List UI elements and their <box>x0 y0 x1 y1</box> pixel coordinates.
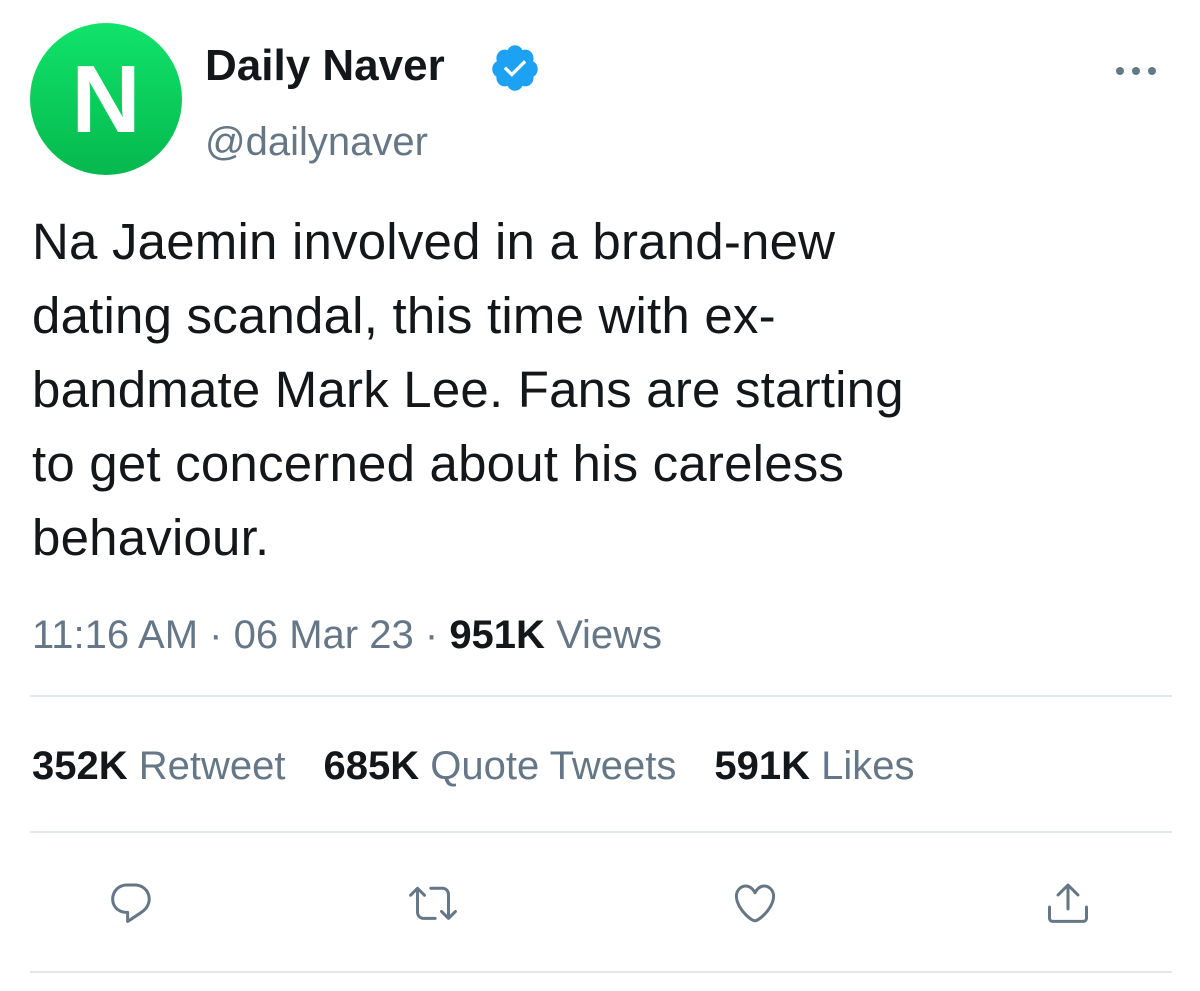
retweets-label: Retweet <box>138 744 286 788</box>
views-label[interactable]: Views <box>556 613 662 657</box>
quotes-count: 685K <box>323 744 420 788</box>
display-name[interactable]: Daily Naver <box>205 40 445 92</box>
meta-separator: · <box>424 613 439 657</box>
avatar[interactable]: N <box>30 23 182 175</box>
retweets-count: 352K <box>32 744 128 788</box>
quotes-stat[interactable]: 685K Quote Tweets <box>324 744 677 788</box>
views-count[interactable]: 951K <box>449 613 545 657</box>
handle[interactable]: @dailynaver <box>205 118 428 166</box>
tweet-date[interactable]: 06 Mar 23 <box>234 613 414 657</box>
heart-icon <box>734 884 776 923</box>
tweet-line: dating scandal, this time with ex- <box>32 287 776 344</box>
retweet-button[interactable] <box>408 878 458 928</box>
tweet-line: behaviour. <box>32 509 270 566</box>
retweets-stat[interactable]: 352K Retweet <box>32 744 286 788</box>
avatar-letter: N <box>71 46 141 153</box>
reply-icon <box>111 883 151 923</box>
retweet-icon <box>409 886 457 920</box>
more-options-button[interactable] <box>1110 56 1162 86</box>
divider <box>30 971 1172 973</box>
divider <box>30 695 1172 697</box>
reply-button[interactable] <box>106 878 156 928</box>
tweet-meta: 11:16 AM · 06 Mar 23 · 951K Views <box>32 609 662 661</box>
more-options-icon <box>1116 67 1156 75</box>
share-button[interactable] <box>1043 878 1093 928</box>
likes-stat[interactable]: 591K Likes <box>714 744 914 788</box>
tweet-text: Na Jaemin involved in a brand-new dating… <box>32 205 1172 575</box>
likes-label: Likes <box>821 744 915 788</box>
tweet-line: Na Jaemin involved in a brand-new <box>32 213 836 270</box>
like-button[interactable] <box>730 878 780 928</box>
quotes-label: Quote Tweets <box>430 744 677 788</box>
tweet-line: to get concerned about his careless <box>32 435 845 492</box>
tweet-time[interactable]: 11:16 AM <box>32 613 198 657</box>
share-icon <box>1048 883 1088 923</box>
divider <box>30 831 1172 833</box>
likes-count: 591K <box>714 744 810 788</box>
verified-badge-icon <box>489 42 541 94</box>
tweet-stats: 352K Retweet 685K Quote Tweets 591K Likes <box>32 740 914 792</box>
tweet-line: bandmate Mark Lee. Fans are starting <box>32 361 904 418</box>
meta-separator: · <box>209 613 223 657</box>
